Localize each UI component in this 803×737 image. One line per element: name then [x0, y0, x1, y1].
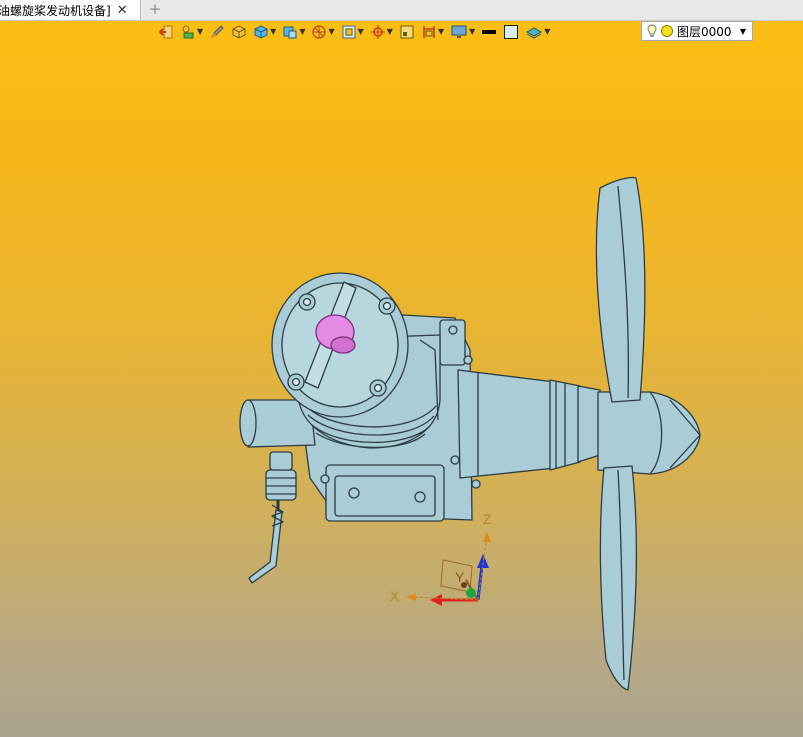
brush-icon [211, 25, 224, 38]
chevron-down-icon[interactable]: ▼ [358, 22, 364, 42]
view-orientation-button[interactable]: ▼ [311, 22, 335, 42]
chevron-down-icon[interactable]: ▼ [299, 22, 305, 42]
line-color-icon [482, 30, 497, 34]
needle-valve[interactable] [248, 451, 297, 584]
propeller-blade-bottom[interactable] [599, 465, 638, 691]
lightbulb-icon [647, 24, 657, 37]
model-canvas[interactable] [0, 44, 803, 737]
chevron-down-icon[interactable]: ▼ [270, 22, 276, 42]
propeller-spinner[interactable] [597, 391, 701, 475]
exit-icon [158, 25, 173, 39]
chevron-down-icon[interactable]: ▼ [740, 27, 746, 36]
chevron-down-icon[interactable]: ▼ [328, 22, 334, 42]
line-color-button[interactable] [481, 22, 497, 42]
close-icon[interactable]: ✕ [117, 3, 128, 18]
layer-value: 图层0000 [677, 24, 732, 39]
document-tab-title: 油螺旋桨发动机设备] [0, 3, 111, 18]
layer-color-swatch [661, 25, 673, 37]
axis-label-x: X [390, 588, 400, 604]
view-orientation-icon [312, 25, 327, 39]
section-icon [423, 26, 435, 38]
document-tab-bar: 油螺旋桨发动机设备] ✕ + [0, 0, 803, 21]
layer-select[interactable]: 图层0000 ▼ [641, 21, 753, 41]
axis-label-z: Z [483, 511, 492, 527]
fill-color-button[interactable] [503, 22, 519, 42]
3d-viewport[interactable]: Z X Y [0, 44, 803, 737]
chevron-down-icon[interactable]: ▼ [387, 22, 393, 42]
chevron-down-icon[interactable]: ▼ [197, 22, 203, 42]
axis-triad [406, 532, 491, 606]
zoom-window-button[interactable]: ▼ [341, 22, 364, 42]
layer-stack-button[interactable]: ▼ [525, 22, 550, 42]
frame-icon [400, 25, 414, 39]
chevron-down-icon[interactable]: ▼ [469, 22, 475, 42]
zoom-window-icon [342, 25, 356, 39]
exit-button[interactable] [158, 22, 174, 42]
axis-label-y: Y [455, 569, 465, 585]
front-housing[interactable] [457, 369, 601, 479]
view-toolbar: ▼ ▼ ▼ ▼ ▼ ▼ ▼ ▼ ▼ [158, 21, 556, 43]
propeller-blade-top[interactable] [595, 176, 646, 403]
fill-color-icon [504, 25, 519, 39]
shape-tools-button[interactable]: ▼ [180, 22, 203, 42]
view-cube-button[interactable]: ▼ [282, 22, 305, 42]
frame-button[interactable] [399, 22, 415, 42]
display-mode-button[interactable]: ▼ [253, 22, 276, 42]
document-tab[interactable]: 油螺旋桨发动机设备] ✕ [0, 0, 141, 20]
shape-tools-icon [182, 25, 194, 39]
view-cube-icon [283, 26, 297, 39]
section-button[interactable]: ▼ [421, 22, 444, 42]
snap-target-button[interactable]: ▼ [370, 22, 393, 42]
display-mode-icon [254, 25, 268, 39]
monitor-button[interactable]: ▼ [450, 22, 475, 42]
chevron-down-icon[interactable]: ▼ [438, 22, 444, 42]
shaded-solid-icon [232, 25, 246, 39]
chevron-down-icon[interactable]: ▼ [544, 22, 550, 42]
brush-button[interactable] [209, 22, 225, 42]
shaded-solid-button[interactable] [231, 22, 247, 42]
add-tab-icon[interactable]: + [147, 0, 163, 20]
monitor-icon [451, 25, 467, 38]
layer-stack-icon [526, 27, 543, 39]
snap-target-icon [370, 25, 385, 39]
